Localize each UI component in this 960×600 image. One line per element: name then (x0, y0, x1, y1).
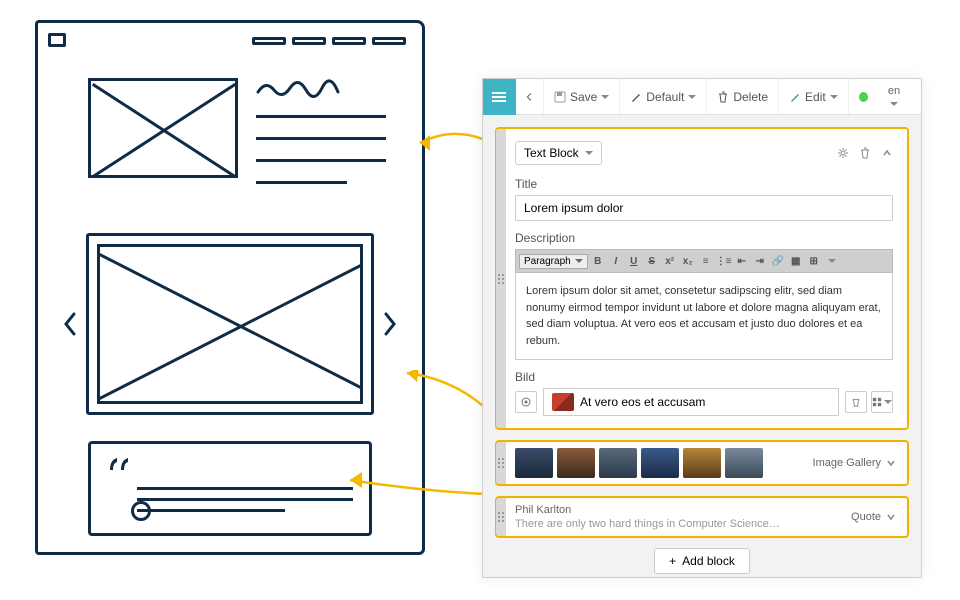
drag-handle[interactable] (496, 129, 506, 428)
gallery-thumb[interactable] (515, 448, 553, 478)
drag-handle[interactable] (496, 442, 506, 484)
quote-label: Quote (851, 511, 881, 523)
image-label: Bild (515, 370, 893, 384)
edit-label: Edit (805, 90, 826, 104)
wf-prev-arrow (62, 294, 78, 354)
rte-outdent[interactable]: ⇤ (734, 253, 750, 269)
title-label: Title (515, 177, 893, 191)
pen-icon (630, 91, 642, 103)
edit-icon (789, 91, 801, 103)
trash-icon[interactable] (859, 147, 871, 159)
editor-toolbar: Save Default Delete Edit en (483, 79, 921, 115)
trash-icon (717, 91, 729, 103)
collapse-icon[interactable] (881, 147, 893, 159)
wf-text-block-sketch (88, 78, 386, 184)
rte-list-ul[interactable]: ≡ (698, 253, 714, 269)
status-indicator (859, 92, 868, 102)
default-button[interactable]: Default (620, 79, 707, 114)
edit-button[interactable]: Edit (779, 79, 849, 114)
image-target-button[interactable] (515, 391, 537, 413)
delete-label: Delete (733, 90, 768, 104)
gallery-thumb[interactable] (599, 448, 637, 478)
wireframe-sketch (35, 20, 425, 555)
hamburger-menu-icon[interactable] (483, 79, 516, 115)
rte-indent[interactable]: ⇥ (752, 253, 768, 269)
gallery-thumb[interactable] (725, 448, 763, 478)
drag-handle[interactable] (496, 498, 506, 536)
delete-button[interactable]: Delete (707, 79, 779, 114)
rte-italic[interactable]: I (608, 253, 624, 269)
cms-editor-panel: Save Default Delete Edit en Te (482, 78, 922, 578)
gallery-label: Image Gallery (813, 457, 881, 469)
description-textarea[interactable]: Lorem ipsum dolor sit amet, consetetur s… (515, 273, 893, 360)
expand-icon[interactable] (885, 457, 897, 469)
plus-icon: + (669, 554, 676, 568)
save-icon (554, 91, 566, 103)
rte-bold[interactable]: B (590, 253, 606, 269)
quote-text: There are only two hard things in Comput… (515, 518, 780, 530)
rte-sub[interactable]: x² (662, 253, 678, 269)
description-label: Description (515, 231, 893, 245)
quote-author: Phil Karlton (515, 504, 780, 516)
image-grid-button[interactable] (871, 391, 893, 413)
image-input[interactable]: At vero eos et accusam (543, 388, 839, 416)
save-label: Save (570, 90, 597, 104)
image-remove-button[interactable] (845, 391, 867, 413)
default-label: Default (646, 90, 684, 104)
wf-quote-sketch (88, 441, 372, 536)
wf-logo-box (48, 33, 66, 47)
image-thumbnail (552, 393, 574, 411)
wf-nav (252, 37, 406, 45)
block-type-select[interactable]: Text Block (515, 141, 602, 165)
gallery-thumb[interactable] (557, 448, 595, 478)
expand-icon[interactable] (885, 511, 897, 523)
language-selector[interactable]: en (878, 85, 921, 109)
title-input[interactable] (515, 195, 893, 221)
rte-more[interactable] (824, 253, 840, 269)
rte-image[interactable]: ▦ (788, 253, 804, 269)
rte-sup[interactable]: x₂ (680, 253, 696, 269)
wf-next-arrow (382, 294, 398, 354)
add-block-button[interactable]: + Add block (654, 548, 750, 574)
wf-gallery-sketch (62, 233, 398, 415)
gallery-block: Image Gallery (495, 440, 909, 486)
rte-table[interactable]: ⊞ (806, 253, 822, 269)
rte-underline[interactable]: U (626, 253, 642, 269)
rte-toolbar: Paragraph B I U S x² x₂ ≡ ⋮≡ ⇤ ⇥ 🔗 ▦ ⊞ (515, 249, 893, 273)
save-button[interactable]: Save (544, 79, 620, 114)
gallery-thumb[interactable] (683, 448, 721, 478)
quote-block: Phil Karlton There are only two hard thi… (495, 496, 909, 538)
back-button[interactable] (516, 79, 544, 114)
rte-link[interactable]: 🔗 (770, 253, 786, 269)
gallery-thumb[interactable] (641, 448, 679, 478)
rte-list-ol[interactable]: ⋮≡ (716, 253, 732, 269)
rte-style-select[interactable]: Paragraph (519, 254, 588, 269)
gear-icon[interactable] (837, 147, 849, 159)
wf-image-placeholder (88, 78, 238, 178)
rte-strike[interactable]: S (644, 253, 660, 269)
text-block: Text Block Title Description Paragraph B… (495, 127, 909, 430)
